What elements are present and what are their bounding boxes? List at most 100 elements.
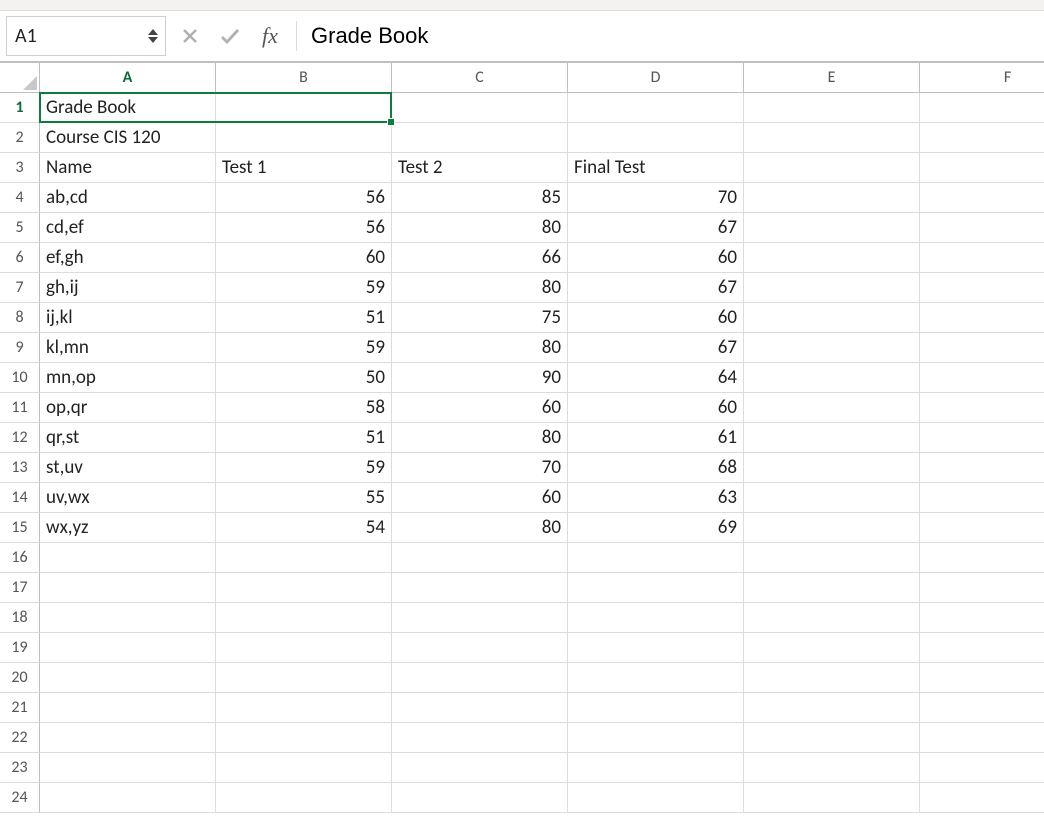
cell-E10[interactable]	[744, 363, 920, 393]
row-header-15[interactable]: 15	[0, 513, 40, 543]
cell-C21[interactable]	[392, 693, 568, 723]
select-all-corner[interactable]	[0, 63, 40, 93]
cell-D17[interactable]	[568, 573, 744, 603]
cell-A6[interactable]: ef,gh	[40, 243, 216, 273]
row-header-11[interactable]: 11	[0, 393, 40, 423]
row-header-10[interactable]: 10	[0, 363, 40, 393]
row-header-7[interactable]: 7	[0, 273, 40, 303]
cell-A19[interactable]	[40, 633, 216, 663]
cell-B16[interactable]	[216, 543, 392, 573]
cell-B5[interactable]: 56	[216, 213, 392, 243]
row-header-2[interactable]: 2	[0, 123, 40, 153]
cell-F2[interactable]	[920, 123, 1044, 153]
cell-C16[interactable]	[392, 543, 568, 573]
cell-F1[interactable]	[920, 93, 1044, 123]
cell-F9[interactable]	[920, 333, 1044, 363]
row-header-23[interactable]: 23	[0, 753, 40, 783]
cell-C6[interactable]: 66	[392, 243, 568, 273]
cell-C20[interactable]	[392, 663, 568, 693]
cell-A14[interactable]: uv,wx	[40, 483, 216, 513]
cell-F14[interactable]	[920, 483, 1044, 513]
cell-F4[interactable]	[920, 183, 1044, 213]
cell-D7[interactable]: 67	[568, 273, 744, 303]
cell-C11[interactable]: 60	[392, 393, 568, 423]
row-header-9[interactable]: 9	[0, 333, 40, 363]
cell-A1[interactable]: Grade Book	[40, 93, 216, 123]
cell-B10[interactable]: 50	[216, 363, 392, 393]
row-header-22[interactable]: 22	[0, 723, 40, 753]
cell-D19[interactable]	[568, 633, 744, 663]
cell-A7[interactable]: gh,ij	[40, 273, 216, 303]
row-header-4[interactable]: 4	[0, 183, 40, 213]
cell-D5[interactable]: 67	[568, 213, 744, 243]
cell-E8[interactable]	[744, 303, 920, 333]
name-box[interactable]: A1	[6, 16, 166, 56]
cell-C24[interactable]	[392, 783, 568, 813]
cell-B15[interactable]: 54	[216, 513, 392, 543]
cell-F11[interactable]	[920, 393, 1044, 423]
cell-D21[interactable]	[568, 693, 744, 723]
cell-F17[interactable]	[920, 573, 1044, 603]
cell-E9[interactable]	[744, 333, 920, 363]
cell-D16[interactable]	[568, 543, 744, 573]
cell-C22[interactable]	[392, 723, 568, 753]
cell-D23[interactable]	[568, 753, 744, 783]
cell-D20[interactable]	[568, 663, 744, 693]
cell-F12[interactable]	[920, 423, 1044, 453]
cell-C9[interactable]: 80	[392, 333, 568, 363]
cell-F13[interactable]	[920, 453, 1044, 483]
cell-C2[interactable]	[392, 123, 568, 153]
column-header-C[interactable]: C	[392, 63, 568, 93]
cell-D3[interactable]: Final Test	[568, 153, 744, 183]
cell-D24[interactable]	[568, 783, 744, 813]
cell-E22[interactable]	[744, 723, 920, 753]
cell-E3[interactable]	[744, 153, 920, 183]
cell-E17[interactable]	[744, 573, 920, 603]
cell-B3[interactable]: Test 1	[216, 153, 392, 183]
cell-A11[interactable]: op,qr	[40, 393, 216, 423]
row-header-5[interactable]: 5	[0, 213, 40, 243]
cell-D8[interactable]: 60	[568, 303, 744, 333]
fx-button[interactable]: fx	[250, 23, 290, 49]
column-header-F[interactable]: F	[920, 63, 1044, 93]
cell-A16[interactable]	[40, 543, 216, 573]
cell-E13[interactable]	[744, 453, 920, 483]
cell-A20[interactable]	[40, 663, 216, 693]
row-header-17[interactable]: 17	[0, 573, 40, 603]
cell-F23[interactable]	[920, 753, 1044, 783]
cell-C14[interactable]: 60	[392, 483, 568, 513]
cell-A10[interactable]: mn,op	[40, 363, 216, 393]
cell-E23[interactable]	[744, 753, 920, 783]
cell-B2[interactable]	[216, 123, 392, 153]
cell-B18[interactable]	[216, 603, 392, 633]
worksheet[interactable]: ABCDEF 123456789101112131415161718192021…	[0, 63, 1044, 838]
row-header-24[interactable]: 24	[0, 783, 40, 813]
cell-E15[interactable]	[744, 513, 920, 543]
cell-F8[interactable]	[920, 303, 1044, 333]
cell-F19[interactable]	[920, 633, 1044, 663]
row-header-8[interactable]: 8	[0, 303, 40, 333]
cell-A4[interactable]: ab,cd	[40, 183, 216, 213]
cell-F3[interactable]	[920, 153, 1044, 183]
cell-C8[interactable]: 75	[392, 303, 568, 333]
row-header-21[interactable]: 21	[0, 693, 40, 723]
cell-A12[interactable]: qr,st	[40, 423, 216, 453]
cell-C3[interactable]: Test 2	[392, 153, 568, 183]
cell-E24[interactable]	[744, 783, 920, 813]
row-header-16[interactable]: 16	[0, 543, 40, 573]
name-box-stepper[interactable]	[147, 28, 159, 44]
cell-A17[interactable]	[40, 573, 216, 603]
row-header-18[interactable]: 18	[0, 603, 40, 633]
cell-F5[interactable]	[920, 213, 1044, 243]
cell-E11[interactable]	[744, 393, 920, 423]
cell-B4[interactable]: 56	[216, 183, 392, 213]
cell-B22[interactable]	[216, 723, 392, 753]
cell-A3[interactable]: Name	[40, 153, 216, 183]
cell-F18[interactable]	[920, 603, 1044, 633]
cell-D4[interactable]: 70	[568, 183, 744, 213]
cell-B9[interactable]: 59	[216, 333, 392, 363]
cell-B11[interactable]: 58	[216, 393, 392, 423]
cell-F15[interactable]	[920, 513, 1044, 543]
cell-D10[interactable]: 64	[568, 363, 744, 393]
cell-A23[interactable]	[40, 753, 216, 783]
